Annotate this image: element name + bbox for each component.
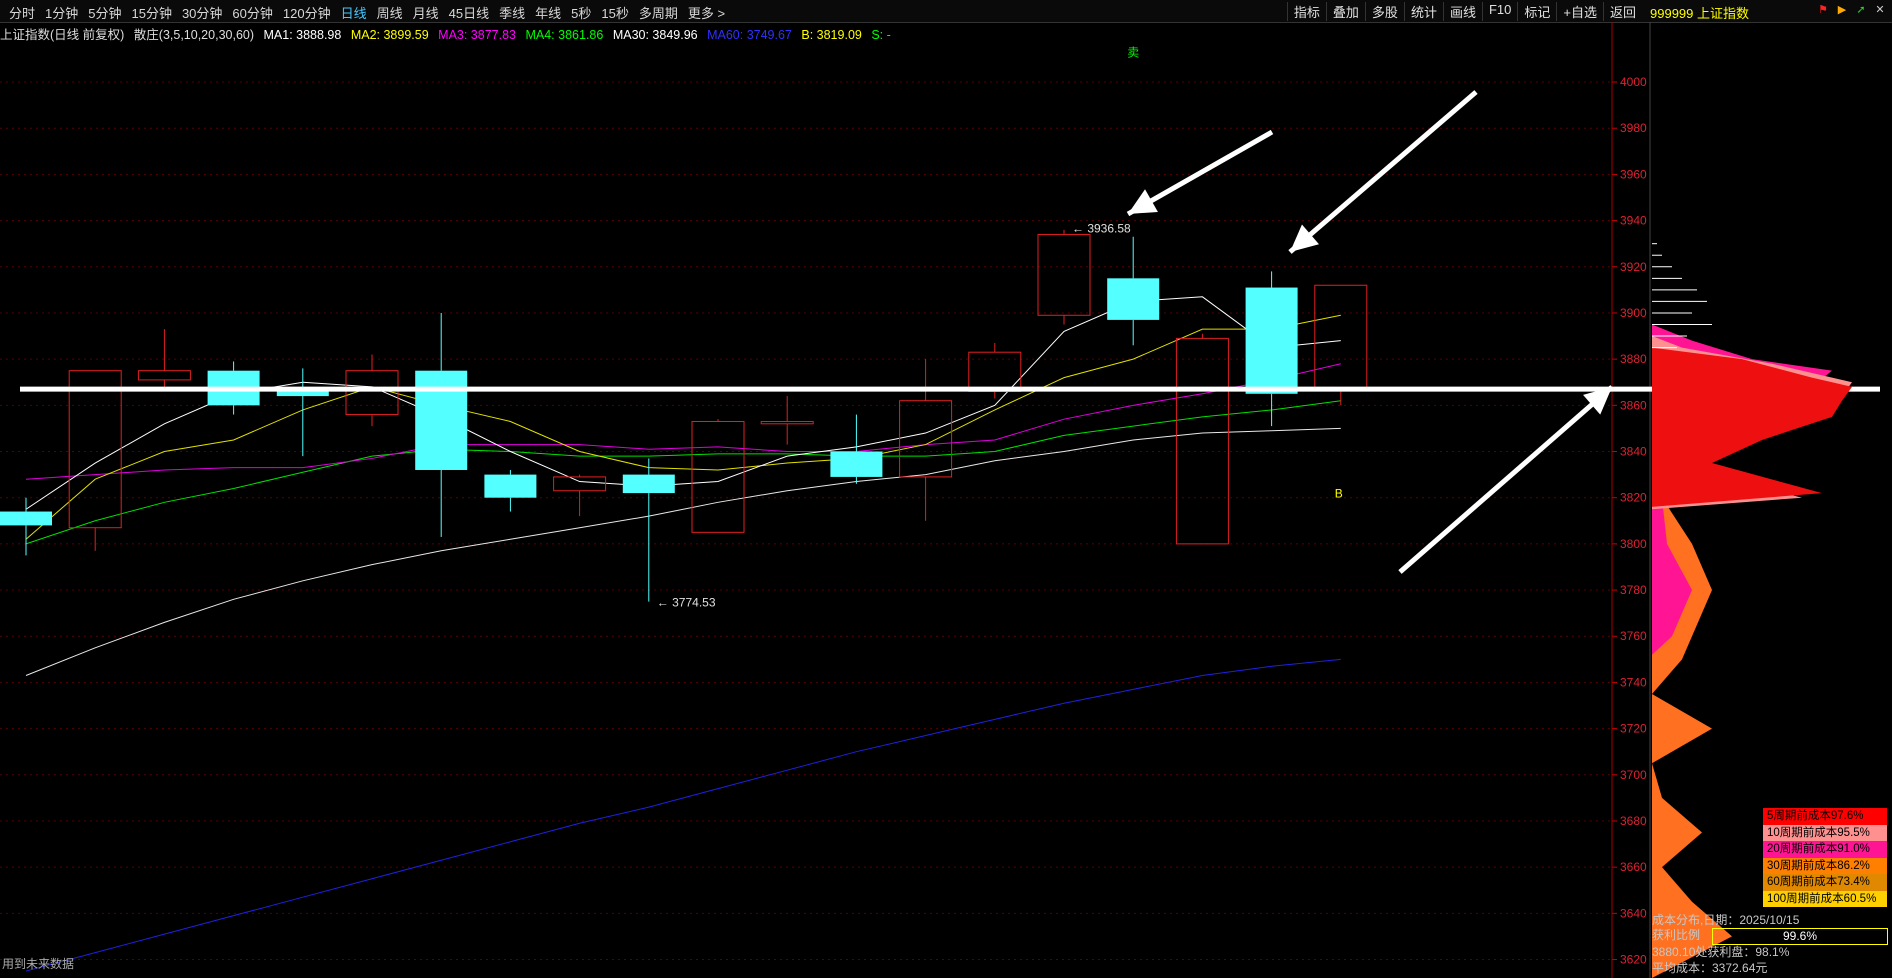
candle-body — [1175, 337, 1229, 545]
annotation-arrow-2 — [1288, 90, 1478, 254]
tool-button[interactable]: 画线 — [1442, 2, 1482, 21]
tool-button[interactable]: +自选 — [1556, 2, 1603, 21]
ma4-line — [25, 400, 1341, 545]
ma30-line — [25, 427, 1341, 676]
period-tab[interactable]: 5秒 — [566, 3, 596, 22]
candle-body — [830, 451, 883, 477]
play-icon[interactable]: ▶ — [1834, 2, 1850, 18]
signal-label: B — [1335, 487, 1343, 501]
y-tick-label: 3840 — [1620, 445, 1647, 459]
period-tab[interactable]: 5分钟 — [83, 3, 126, 22]
period-tab[interactable]: 季线 — [494, 3, 530, 22]
y-tick-label: 3640 — [1620, 906, 1647, 920]
cost-legend-item: 20周期前成本91.0% — [1763, 841, 1887, 858]
tool-buttons: 指标 叠加 多股 统计 画线 F10 标记 +自选 返回 — [1286, 2, 1642, 21]
y-tick-label: 3900 — [1620, 306, 1647, 320]
y-tick-label: 3680 — [1620, 814, 1647, 828]
y-tick-label: 4000 — [1620, 75, 1647, 89]
price-chart[interactable]: 3620 3640 3660 3680 3700 3720 3740 3760 3780 3800… — [0, 22, 1892, 978]
profit-value: 99.6% — [1712, 928, 1888, 945]
period-tab[interactable]: 分时 — [4, 3, 40, 22]
y-tick-label: 3720 — [1620, 722, 1647, 736]
period-tab[interactable]: 15秒 — [596, 3, 633, 22]
candle-body — [1107, 278, 1160, 320]
cost-legend-item: 30周期前成本86.2% — [1763, 857, 1887, 874]
arrow-icon[interactable]: ➚ — [1853, 2, 1869, 18]
window-buttons: ⚑ ▶ ➚ ✕ — [1815, 2, 1888, 18]
price-annotation: ← 3936.58 — [1072, 221, 1131, 235]
period-tab[interactable]: 1分钟 — [40, 3, 83, 22]
ma60-line — [25, 658, 1341, 972]
ma2-line — [25, 314, 1341, 540]
period-tab[interactable]: 月线 — [408, 3, 444, 22]
y-tick-label: 3760 — [1620, 629, 1647, 643]
candle-body — [1245, 287, 1298, 394]
y-tick-label: 3740 — [1620, 675, 1647, 689]
y-tick-label: 3820 — [1620, 491, 1647, 505]
flag-icon[interactable]: ⚑ — [1815, 2, 1831, 18]
cost-legend-item: 100周期前成本60.5% — [1763, 890, 1887, 907]
cost-line-2: 平均成本：3372.64元 — [1652, 961, 1768, 975]
toolbar: 分时 1分钟 5分钟 15分钟 30分钟 60分钟 120分钟 日线 周线 月线 45日线 季线 年线 5… — [0, 0, 1892, 23]
y-tick-label: 3660 — [1620, 860, 1647, 874]
period-tab[interactable]: 更多 > — [683, 3, 730, 22]
candle-body — [1314, 284, 1368, 390]
tool-button[interactable]: F10 — [1481, 2, 1517, 21]
candle-body — [622, 474, 675, 494]
cost-legend-item: 5周期前成本97.6% — [1763, 808, 1887, 825]
y-tick-label: 3940 — [1620, 214, 1647, 228]
profit-label: 获利比例 — [1652, 928, 1701, 942]
candle-body — [415, 370, 468, 470]
candle-body — [899, 400, 953, 478]
tool-button[interactable]: 返回 — [1602, 2, 1642, 21]
y-tick-label: 3880 — [1620, 352, 1647, 366]
candle-body — [553, 476, 607, 492]
symbol-label: 999999 上证指数 — [1650, 6, 1749, 21]
y-tick-label: 3920 — [1620, 260, 1647, 274]
cost-legend-item: 10周期前成本95.5% — [1763, 824, 1887, 841]
candle-body — [484, 474, 537, 498]
cost-line-1: 3880.10处获利盘：98.1% — [1652, 945, 1790, 959]
period-tab[interactable]: 30分钟 — [177, 3, 227, 22]
y-tick-label: 3780 — [1620, 583, 1647, 597]
y-tick-label: 3800 — [1620, 537, 1647, 551]
tool-button[interactable]: 叠加 — [1325, 2, 1365, 21]
y-tick-label: 3700 — [1620, 768, 1647, 782]
candle-body — [68, 370, 122, 529]
candle-body — [137, 370, 191, 381]
close-icon[interactable]: ✕ — [1872, 2, 1888, 18]
y-tick-label: 3860 — [1620, 398, 1647, 412]
period-tab[interactable]: 周线 — [372, 3, 408, 22]
candle-body — [691, 420, 745, 533]
cost-stats: 3880.10处获利盘：98.1% 平均成本：3372.64元 — [1652, 944, 1789, 976]
candle-body — [1037, 233, 1091, 316]
period-tab[interactable]: 45日线 — [444, 3, 494, 22]
cost-legend-item: 60周期前成本73.4% — [1763, 874, 1887, 891]
tool-button[interactable]: 统计 — [1403, 2, 1443, 21]
y-tick-label: 3620 — [1620, 953, 1647, 967]
tool-button[interactable]: 指标 — [1286, 2, 1326, 21]
signal-label: 卖 — [1127, 46, 1139, 60]
price-annotation: ← 3774.53 — [657, 596, 716, 610]
future-data-note: 用到未来数据 — [2, 957, 75, 971]
tool-button[interactable]: 标记 — [1517, 2, 1556, 21]
period-tab[interactable]: 日线 — [336, 3, 372, 22]
y-tick-label: 3980 — [1620, 121, 1647, 135]
tool-button[interactable]: 多股 — [1364, 2, 1404, 21]
period-tab[interactable]: 60分钟 — [227, 3, 277, 22]
period-tab[interactable]: 120分钟 — [278, 3, 336, 22]
period-tabs: 分时 1分钟 5分钟 15分钟 30分钟 60分钟 120分钟 日线 周线 月线 45日线 季线 年线 5… — [4, 3, 730, 22]
cost-legend: 5周期前成本97.6% 10周期前成本95.5% 20周期前成本91.0% 30周期前… — [1763, 808, 1887, 907]
period-tab[interactable]: 15分钟 — [126, 3, 176, 22]
y-tick-label: 3960 — [1620, 167, 1647, 181]
period-tab[interactable]: 年线 — [530, 3, 566, 22]
period-tab[interactable]: 多周期 — [634, 3, 683, 22]
candle-body — [0, 511, 52, 526]
candle-body — [760, 420, 814, 425]
